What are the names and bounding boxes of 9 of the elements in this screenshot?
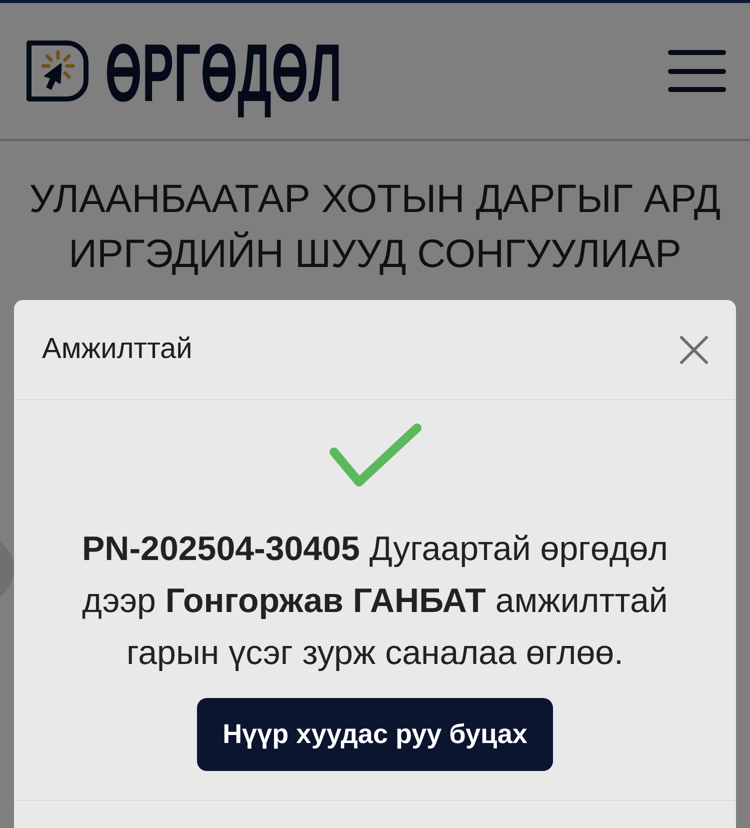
home-button[interactable]: Нүүр хуудас руу буцах bbox=[196, 698, 554, 771]
page-title: УЛААНБААТАР ХОТЫН ДАРГЫГ АРД ИРГЭДИЙН ШУУД СОНГУУЛИАР bbox=[28, 176, 722, 278]
checkmark-icon bbox=[328, 423, 422, 487]
close-icon bbox=[680, 336, 708, 364]
cursor-logo-icon bbox=[25, 39, 89, 103]
logo-wordmark: ӨРГӨДӨЛ bbox=[105, 27, 342, 121]
menu-button[interactable] bbox=[666, 48, 728, 94]
success-message: PN-202504-30405 Дугаартай өргөдөл дээр Гонгоржав ГАНБАТ амжилттай гарын үсэг зурж саналаа өглөө. bbox=[81, 529, 669, 674]
dialog-title: Амжилттай bbox=[42, 333, 192, 366]
